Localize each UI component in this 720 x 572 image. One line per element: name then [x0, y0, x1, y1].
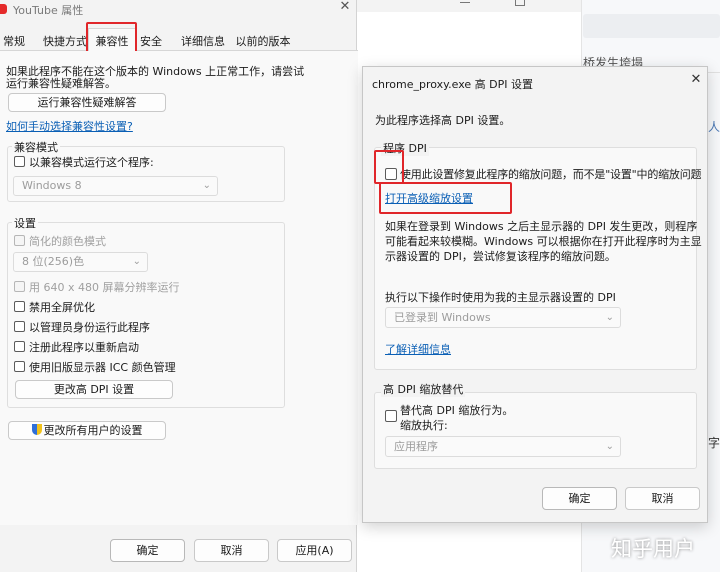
- legacy-icc-label: 使用旧版显示器 ICC 颜色管理: [29, 361, 176, 374]
- properties-window: YouTube 属性 ✕ 常规 快捷方式 兼容性 安全 详细信息 以前的版本 如…: [0, 0, 358, 572]
- close-icon[interactable]: ✕: [338, 0, 352, 14]
- apply-button[interactable]: 应用(A): [277, 539, 352, 562]
- ok-button[interactable]: 确定: [110, 539, 185, 562]
- dpi-cancel-button[interactable]: 取消: [625, 487, 700, 510]
- tab-security[interactable]: 安全: [139, 34, 163, 50]
- learn-more-link[interactable]: 了解详细信息: [385, 341, 451, 357]
- shield-icon: [31, 424, 42, 435]
- run-as-admin-label: 以管理员身份运行此程序: [29, 321, 150, 334]
- tab-previous-versions[interactable]: 以前的版本: [234, 34, 292, 50]
- chevron-down-icon: ⌄: [132, 256, 141, 267]
- reduced-color-checkbox[interactable]: [14, 235, 25, 246]
- dpi-description-line-2: 可能看起来较模糊。Windows 可以根据你在打开此程序时为主显: [385, 235, 702, 248]
- manual-settings-link[interactable]: 如何手动选择兼容性设置?: [6, 118, 133, 134]
- dpi-description-line-3: 示器设置的 DPI，尝试修复该程序的缩放问题。: [385, 250, 616, 263]
- window-title: YouTube 属性: [13, 4, 84, 17]
- os-version-value: Windows 8: [22, 179, 82, 192]
- intro-text-line-2: 运行兼容性疑难解答。: [6, 77, 116, 90]
- tab-details[interactable]: 详细信息: [180, 34, 226, 50]
- color-depth-value: 8 位(256)色: [22, 255, 85, 268]
- highlight-advanced-scaling-link: [379, 182, 512, 214]
- disable-fullscreen-label: 禁用全屏优化: [29, 301, 95, 314]
- color-depth-select[interactable]: 8 位(256)色 ⌄: [13, 252, 148, 272]
- chevron-down-icon: ⌄: [605, 441, 614, 452]
- maximize-icon[interactable]: [515, 0, 525, 6]
- resolution-640-label: 用 640 x 480 屏幕分辨率运行: [29, 281, 180, 294]
- dpi-override-label: 替代高 DPI 缩放行为。: [400, 404, 514, 417]
- close-icon[interactable]: ✕: [689, 73, 703, 87]
- background-side-char: 字: [708, 436, 720, 450]
- dpi-settings-dialog: chrome_proxy.exe 高 DPI 设置 ✕ 为此程序选择高 DPI …: [362, 66, 708, 523]
- dpi-override-title: 高 DPI 缩放替代: [381, 381, 466, 397]
- background-search-bar[interactable]: [583, 14, 720, 38]
- performed-by-label: 缩放执行:: [400, 419, 448, 432]
- disable-fullscreen-checkbox[interactable]: [14, 301, 25, 312]
- all-users-label: 更改所有用户的设置: [43, 424, 143, 437]
- troubleshoot-button[interactable]: 运行兼容性疑难解答: [8, 93, 166, 112]
- performed-by-value: 应用程序: [394, 440, 438, 453]
- settings-title: 设置: [12, 215, 38, 231]
- dialog-subtitle: 为此程序选择高 DPI 设置。: [375, 114, 511, 127]
- compat-mode-label: 以兼容模式运行这个程序:: [29, 156, 154, 169]
- dpi-override-checkbox[interactable]: [385, 410, 397, 422]
- program-dpi-label: 使用此设置修复此程序的缩放问题，而不是"设置"中的缩放问题: [400, 168, 702, 181]
- change-high-dpi-button[interactable]: 更改高 DPI 设置: [15, 380, 173, 399]
- os-version-select[interactable]: Windows 8 ⌄: [13, 176, 218, 196]
- run-as-admin-checkbox[interactable]: [14, 321, 25, 332]
- highlight-compat-tab: [86, 22, 137, 53]
- compat-mode-title: 兼容模式: [12, 139, 60, 155]
- register-restart-label: 注册此程序以重新启动: [29, 341, 139, 354]
- app-icon: [0, 4, 7, 14]
- watermark: 知乎用户: [611, 537, 695, 561]
- reduced-color-label: 简化的颜色模式: [29, 235, 106, 248]
- performed-by-select[interactable]: 应用程序 ⌄: [385, 436, 621, 457]
- all-users-button[interactable]: 更改所有用户的设置: [8, 421, 166, 440]
- tab-general[interactable]: 常规: [1, 34, 27, 50]
- cancel-button[interactable]: 取消: [194, 539, 269, 562]
- dialog-title: chrome_proxy.exe 高 DPI 设置: [372, 78, 533, 91]
- register-restart-checkbox[interactable]: [14, 341, 25, 352]
- execute-dpi-value: 已登录到 Windows: [394, 311, 491, 324]
- resolution-640-checkbox[interactable]: [14, 281, 25, 292]
- tab-shortcut[interactable]: 快捷方式: [42, 34, 88, 50]
- dpi-ok-button[interactable]: 确定: [542, 487, 617, 510]
- minimize-icon[interactable]: [460, 2, 470, 3]
- background-side-char: 人: [708, 120, 720, 134]
- chevron-down-icon: ⌄: [605, 312, 614, 323]
- legacy-icc-checkbox[interactable]: [14, 361, 25, 372]
- chevron-down-icon: ⌄: [202, 180, 211, 191]
- highlight-program-dpi-checkbox: [374, 150, 404, 184]
- dpi-description-line-1: 如果在登录到 Windows 之后主显示器的 DPI 发生更改，则程序: [385, 220, 698, 233]
- compat-mode-checkbox[interactable]: [14, 156, 25, 167]
- execute-dpi-select[interactable]: 已登录到 Windows ⌄: [385, 307, 621, 328]
- execute-dpi-label: 执行以下操作时使用为我的主显示器设置的 DPI: [385, 291, 616, 304]
